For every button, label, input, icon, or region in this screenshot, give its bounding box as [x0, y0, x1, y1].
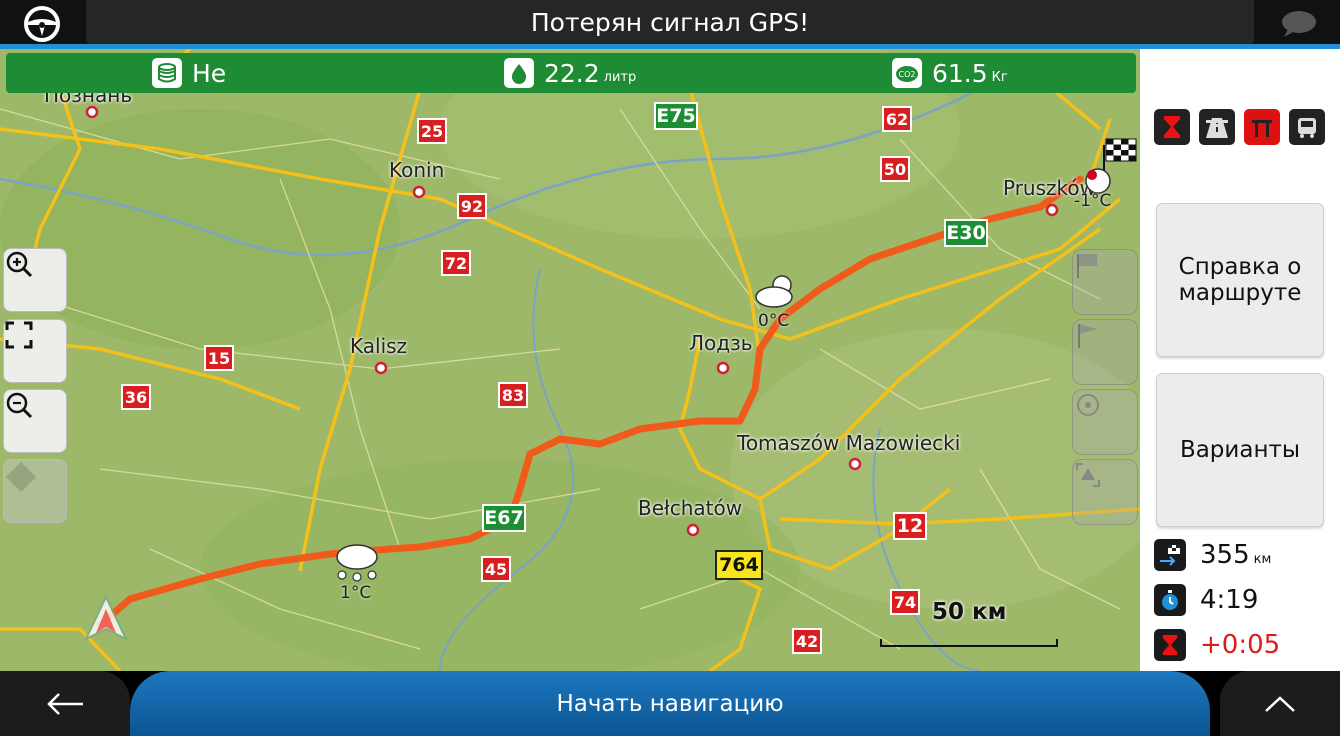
- chevron-up-icon: [1265, 695, 1295, 712]
- simulate-button[interactable]: [1072, 389, 1138, 455]
- steering-wheel-button[interactable]: [0, 0, 84, 48]
- toll-value: Не: [192, 58, 227, 88]
- toll-stat: Не: [152, 53, 226, 93]
- destination-marker: -1°C: [1068, 135, 1140, 215]
- road-shield-15: 15: [204, 345, 234, 371]
- route-side-panel: Справка о маршруте Варианты 355 км 4:19 …: [1140, 49, 1340, 671]
- co2-stat: CO2 61.5 Кг: [892, 53, 1008, 93]
- partly-cloudy-icon: [755, 275, 793, 308]
- snow-cloud-icon: [336, 544, 378, 582]
- city-label-konin: Konin: [389, 158, 445, 182]
- expand-arrow-icon: [1076, 463, 1100, 487]
- co2-icon: CO2: [892, 58, 922, 88]
- map-view[interactable]: Познань Konin Kalisz Лодзь Bełchatów Tom…: [0, 49, 1140, 671]
- overview-button[interactable]: [1072, 459, 1138, 525]
- coins-icon: [152, 58, 182, 88]
- route-info-button[interactable]: Справка о маршруте: [1156, 203, 1324, 357]
- arrow-left-icon: [47, 692, 83, 715]
- options-button[interactable]: Варианты: [1156, 373, 1324, 527]
- map-scale-label: 50 км: [932, 599, 1007, 625]
- bottom-bar: Начать навигацию: [0, 671, 1340, 736]
- distance-row: 355 км: [1154, 539, 1271, 571]
- map-scale-bar: [880, 639, 1058, 647]
- svg-text:CO2: CO2: [899, 70, 916, 79]
- top-bar: Потерян сигнал GPS!: [0, 0, 1340, 49]
- road-shield-62: 62: [882, 106, 912, 132]
- city-label-kalisz: Kalisz: [350, 334, 408, 358]
- distance-value: 355: [1200, 540, 1250, 570]
- fuel-stat: 22.2 литр: [504, 53, 636, 93]
- back-button[interactable]: [0, 671, 130, 736]
- destination-flag-button[interactable]: [1072, 249, 1138, 315]
- target-icon: [1077, 394, 1099, 416]
- view-mode-button[interactable]: [3, 459, 67, 523]
- city-label-belchatow: Bełchatów: [638, 496, 743, 520]
- time-value: 4:19: [1200, 585, 1259, 615]
- road-shield-12: 12: [893, 512, 927, 540]
- zoom-out-icon: [6, 392, 33, 419]
- road-shield-50: 50: [880, 156, 910, 182]
- flag-icon: [1078, 324, 1097, 348]
- weather-temp-start: 1°C: [340, 583, 372, 603]
- delay-row: +0:05: [1154, 629, 1280, 661]
- road-shield-72: 72: [441, 250, 471, 276]
- time-row: 4:19: [1154, 584, 1258, 616]
- road-shield-83: 83: [498, 382, 528, 408]
- road-shield-42: 42: [792, 628, 822, 654]
- ferry-icon[interactable]: [1289, 109, 1325, 145]
- start-navigation-button[interactable]: Начать навигацию: [130, 671, 1210, 736]
- weather-temp-dest: -1°C: [1074, 191, 1112, 211]
- road-shield-45: 45: [481, 556, 511, 582]
- highway-icon[interactable]: [1199, 109, 1235, 145]
- delay-value: +0:05: [1200, 630, 1281, 660]
- fuel-value: 22.2: [544, 58, 600, 88]
- zoom-in-button[interactable]: [3, 248, 67, 312]
- road-shield-e75: E75: [654, 102, 698, 130]
- co2-value: 61.5: [932, 58, 988, 88]
- fuel-drop-icon: [504, 58, 534, 88]
- weather-marker-start: 1°C: [330, 541, 384, 605]
- city-label-tomaszow: Tomaszów Mazowiecki: [737, 431, 961, 455]
- road-shield-36: 36: [121, 384, 151, 410]
- expand-menu-button[interactable]: [1220, 671, 1340, 736]
- weather-marker-lodz: 0°C: [752, 271, 802, 333]
- hourglass-icon: [1154, 629, 1186, 661]
- stopwatch-icon: [1154, 584, 1186, 616]
- zoom-in-icon: [6, 251, 33, 278]
- hourglass-icon[interactable]: [1154, 109, 1190, 145]
- road-shield-25: 25: [417, 118, 447, 144]
- steering-wheel-icon: [24, 6, 60, 42]
- trip-stats-bar: Не 22.2 литр CO2 61.5 Кг: [6, 53, 1136, 93]
- fullscreen-corners-icon: [5, 321, 33, 349]
- gps-status-title: Потерян сигнал GPS!: [86, 0, 1254, 44]
- waypoint-flag-button[interactable]: [1072, 319, 1138, 385]
- chat-bubble-icon: [1282, 11, 1316, 37]
- road-shield-74: 74: [890, 589, 920, 615]
- messages-button[interactable]: [1256, 0, 1340, 48]
- route-distance-icon: [1154, 539, 1186, 571]
- checkered-flag-icon: [1077, 254, 1097, 278]
- route-restrictions: [1154, 109, 1325, 145]
- checkered-flag-icon: [1085, 138, 1137, 194]
- co2-unit: Кг: [991, 69, 1008, 85]
- 3d-view-icon: [6, 462, 36, 492]
- city-label-lodz: Лодзь: [689, 331, 753, 355]
- weather-temp-lodz: 0°C: [758, 311, 790, 331]
- zoom-out-button[interactable]: [3, 389, 67, 453]
- road-shield-764: 764: [715, 550, 763, 580]
- road-shield-e30: E30: [944, 219, 988, 247]
- toll-road-icon[interactable]: [1244, 109, 1280, 145]
- current-position-icon: [83, 595, 129, 642]
- road-shield-92: 92: [457, 193, 487, 219]
- distance-unit: км: [1253, 551, 1272, 567]
- road-shield-e67: E67: [482, 504, 526, 532]
- fit-route-button[interactable]: [3, 319, 67, 383]
- fuel-unit: литр: [603, 69, 637, 85]
